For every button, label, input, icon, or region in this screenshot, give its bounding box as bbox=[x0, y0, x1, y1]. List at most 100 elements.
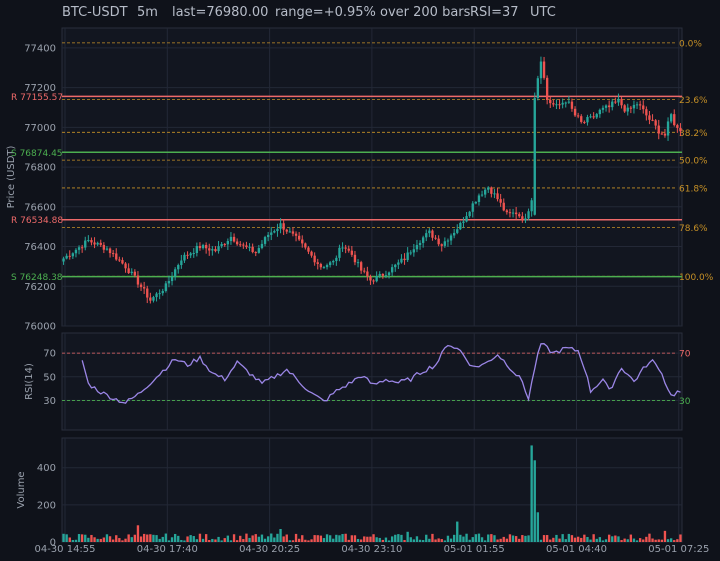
volume-bar bbox=[217, 536, 220, 542]
volume-bar bbox=[443, 540, 447, 542]
volume-bar bbox=[440, 539, 443, 542]
volume-bar bbox=[124, 538, 127, 542]
volume-bar bbox=[629, 534, 633, 542]
volume-bar bbox=[437, 538, 440, 542]
candle-body bbox=[347, 248, 350, 251]
candle-body bbox=[118, 259, 121, 261]
volume-axis-label: Volume bbox=[16, 471, 27, 508]
candle-body bbox=[136, 275, 140, 285]
candle-body bbox=[651, 119, 654, 121]
volume-bar bbox=[118, 538, 121, 542]
x-tick-label: 04-30 17:40 bbox=[137, 544, 198, 555]
candle-body bbox=[530, 200, 533, 212]
candle-body bbox=[607, 105, 611, 108]
volume-bar bbox=[208, 540, 211, 542]
volume-bar bbox=[291, 540, 295, 542]
volume-bar bbox=[530, 445, 533, 542]
candle-body bbox=[84, 240, 87, 248]
candle-body bbox=[511, 212, 515, 214]
volume-bar bbox=[456, 521, 459, 542]
volume-tick-label: 400 bbox=[37, 463, 56, 474]
candle-body bbox=[645, 109, 648, 116]
volume-bar bbox=[158, 538, 161, 542]
candle-body bbox=[310, 251, 313, 256]
candle-body bbox=[121, 260, 124, 264]
volume-bar bbox=[635, 540, 639, 542]
volume-bar bbox=[136, 525, 140, 542]
volume-bar bbox=[223, 538, 226, 542]
candle-body bbox=[124, 263, 127, 269]
candle-body bbox=[533, 98, 536, 215]
candle-body bbox=[332, 261, 335, 263]
candle-body bbox=[657, 125, 660, 134]
candle-body bbox=[638, 104, 642, 106]
fib-label: 78.6% bbox=[679, 224, 708, 234]
candle-body bbox=[198, 245, 202, 249]
volume-bar bbox=[201, 538, 205, 542]
fib-label: 38.2% bbox=[679, 129, 708, 139]
volume-bar bbox=[297, 538, 301, 542]
volume-bar bbox=[576, 536, 580, 542]
candle-body bbox=[499, 199, 502, 203]
volume-bar bbox=[68, 537, 71, 542]
volume-bar bbox=[325, 534, 329, 542]
candle-body bbox=[353, 254, 357, 263]
volume-bar bbox=[77, 534, 81, 542]
volume-bar bbox=[121, 540, 124, 542]
volume-bar bbox=[279, 529, 282, 542]
candle-body bbox=[307, 247, 310, 252]
volume-bar bbox=[192, 536, 195, 542]
volume-bar bbox=[276, 533, 279, 542]
chart-canvas: 04-30 14:55 04-30 17:40 04-30 20:25 04-30 2… bbox=[6, 27, 714, 555]
volume-bar bbox=[508, 534, 512, 542]
volume-bar bbox=[102, 537, 106, 542]
volume-bar bbox=[80, 534, 84, 542]
candle-body bbox=[149, 297, 152, 301]
candle-body bbox=[288, 231, 292, 233]
candle-body bbox=[514, 212, 518, 215]
candle-body bbox=[257, 248, 261, 253]
volume-bar bbox=[452, 534, 456, 542]
candle-body bbox=[232, 236, 236, 242]
candle-body bbox=[452, 232, 456, 236]
rsi-axis-label: RSI(14) bbox=[24, 363, 35, 400]
candle-body bbox=[564, 102, 567, 104]
volume-bar bbox=[189, 535, 192, 542]
volume-bar bbox=[645, 536, 648, 542]
candle-body bbox=[508, 212, 512, 214]
candle-body bbox=[297, 235, 301, 240]
volume-bar bbox=[449, 538, 453, 542]
volume-bar bbox=[580, 537, 583, 542]
candle-body bbox=[363, 270, 366, 272]
candle-body bbox=[372, 280, 375, 282]
volume-bar bbox=[539, 539, 543, 542]
volume-bar bbox=[347, 539, 350, 542]
volume-bar bbox=[93, 537, 96, 542]
volume-bar bbox=[505, 538, 509, 542]
volume-bar bbox=[502, 536, 505, 542]
x-tick-label: 05-01 01:55 bbox=[444, 544, 505, 555]
candle-body bbox=[431, 230, 434, 238]
volume-bar bbox=[673, 540, 676, 542]
volume-bar bbox=[390, 536, 394, 542]
candle-body bbox=[366, 271, 369, 277]
candle-body bbox=[415, 245, 419, 250]
volume-bar bbox=[211, 538, 214, 542]
volume-bar bbox=[87, 537, 90, 542]
candle-body bbox=[614, 101, 617, 103]
candle-body bbox=[133, 271, 137, 276]
volume-bar bbox=[363, 536, 366, 542]
candle-body bbox=[167, 281, 171, 284]
volume-bar bbox=[648, 533, 651, 542]
candle-body bbox=[502, 202, 505, 211]
candle-body bbox=[229, 236, 233, 242]
candle-body bbox=[105, 248, 109, 250]
price-tick-label: 77000 bbox=[24, 123, 56, 134]
candle-body bbox=[480, 194, 484, 196]
volume-bar bbox=[477, 533, 481, 542]
volume-bar bbox=[310, 539, 313, 542]
candle-body bbox=[394, 264, 397, 268]
candle-body bbox=[446, 240, 450, 242]
candle-body bbox=[570, 101, 574, 109]
candle-body bbox=[108, 248, 112, 254]
